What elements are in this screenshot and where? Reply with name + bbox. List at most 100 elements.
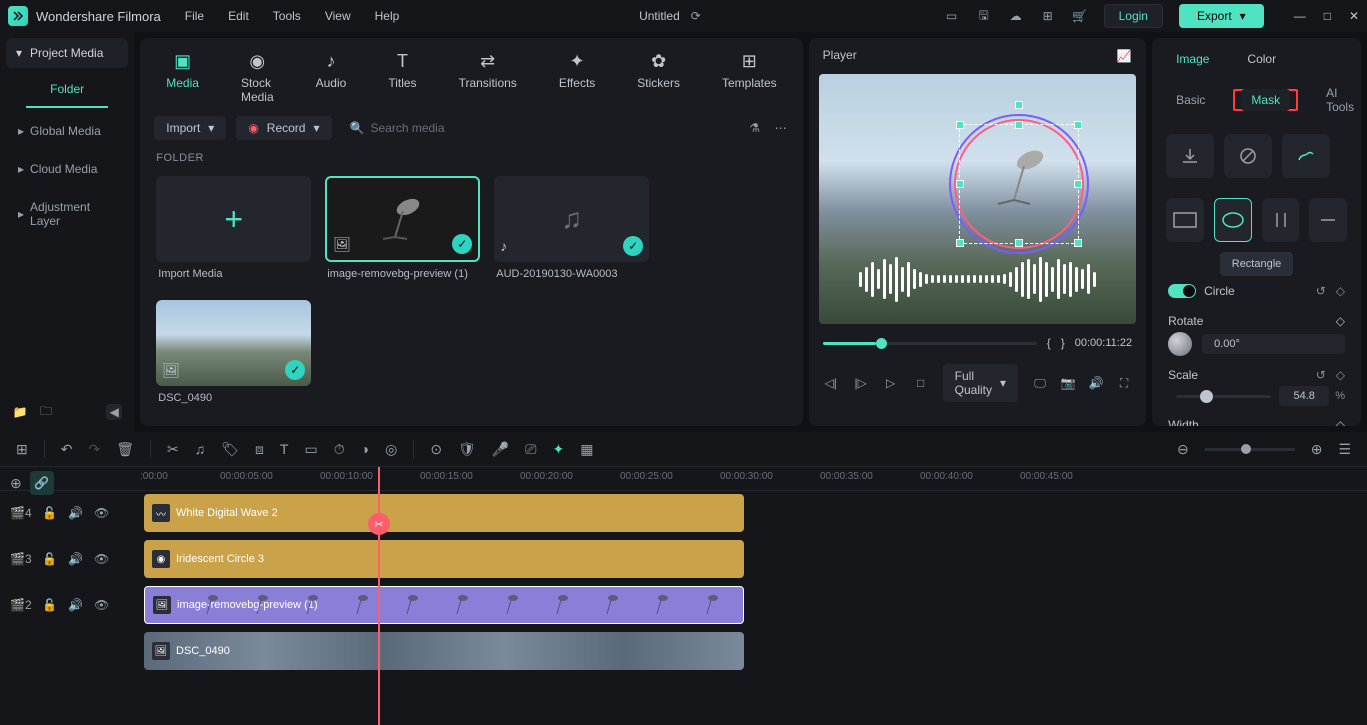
rotate-value[interactable]: 0.00° — [1202, 334, 1345, 354]
mixer-icon[interactable]: ⎚ — [525, 441, 536, 458]
view-options-icon[interactable]: ☰ — [1338, 441, 1351, 458]
mask-none-button[interactable] — [1224, 134, 1272, 178]
zoom-in-icon[interactable]: ⊕ — [1311, 441, 1323, 458]
crop-icon[interactable]: ⧈ — [255, 441, 264, 458]
tab-templates[interactable]: ⊞Templates — [716, 46, 783, 108]
snapshot-icon[interactable]: 📈 — [1116, 48, 1132, 64]
sidebar-item-cloud[interactable]: ▸Cloud Media — [6, 152, 128, 186]
volume-icon[interactable]: 🔊 — [1088, 375, 1104, 391]
caption-icon[interactable]: ▭ — [304, 441, 317, 458]
tab-titles[interactable]: TTitles — [382, 46, 422, 108]
visibility-icon[interactable]: 👁 — [94, 551, 110, 567]
play-icon[interactable]: ▷ — [883, 375, 899, 391]
menu-tools[interactable]: Tools — [273, 9, 301, 23]
keyframe-icon[interactable]: ◇ — [1336, 418, 1345, 426]
keyframe-icon[interactable]: ◇ — [1336, 284, 1345, 298]
brace-open-icon[interactable]: { — [1047, 336, 1051, 350]
tab-effects[interactable]: ✦Effects — [553, 46, 601, 108]
timeline-clip[interactable]: ◉Iridescent Circle 3 — [144, 540, 744, 578]
menu-file[interactable]: File — [185, 9, 204, 23]
import-media-card[interactable]: + Import Media — [156, 176, 311, 286]
mask-draw-button[interactable] — [1282, 134, 1330, 178]
display-icon[interactable]: 🖵 — [1032, 375, 1048, 391]
prev-frame-icon[interactable]: ◁| — [823, 375, 839, 391]
tab-media[interactable]: ▣Media — [160, 46, 205, 108]
menu-view[interactable]: View — [325, 9, 351, 23]
tab-stock[interactable]: ◉Stock Media — [235, 46, 280, 108]
circle-toggle[interactable] — [1168, 284, 1196, 298]
media-item[interactable]: 🖼✓ image-removebg-preview (1) — [325, 176, 480, 286]
tab-transitions[interactable]: ⇄Transitions — [453, 46, 523, 108]
export-button[interactable]: Export▾ — [1179, 4, 1264, 28]
folder-tab[interactable]: Folder — [26, 72, 108, 108]
timeline-clip[interactable]: 🖼image-removebg-preview (1) — [144, 586, 744, 624]
text-icon[interactable]: T — [280, 441, 289, 457]
folder-icon[interactable]: 🗀 — [38, 404, 54, 420]
quality-dropdown[interactable]: Full Quality▾ — [943, 364, 1018, 402]
import-dropdown[interactable]: Import▾ — [154, 116, 226, 140]
menu-edit[interactable]: Edit — [228, 9, 249, 23]
maximize-button[interactable]: □ — [1324, 9, 1331, 23]
login-button[interactable]: Login — [1104, 4, 1163, 28]
subtab-mask[interactable]: Mask — [1241, 89, 1290, 111]
lock-icon[interactable]: 🔓 — [42, 597, 58, 613]
lock-icon[interactable]: 🔓 — [42, 505, 58, 521]
mute-icon[interactable]: 🔊 — [68, 551, 84, 567]
lock-icon[interactable]: 🔓 — [42, 551, 58, 567]
shield-icon[interactable]: 🛡 — [458, 441, 476, 458]
filter-icon[interactable]: ⚗ — [747, 120, 763, 136]
collapse-icon[interactable]: ◀ — [106, 404, 122, 420]
mask-circle-button[interactable] — [1214, 198, 1252, 242]
cloud-icon[interactable]: ☁ — [1008, 8, 1024, 24]
visibility-icon[interactable]: 👁 — [94, 505, 110, 521]
minimize-button[interactable]: ― — [1294, 9, 1306, 23]
speed-icon[interactable]: ⏱ — [334, 441, 345, 458]
playhead-scissors-icon[interactable]: ✂ — [368, 513, 390, 535]
prop-tab-color[interactable]: Color — [1243, 50, 1280, 68]
timeline-clip[interactable]: 〰White Digital Wave 2 — [144, 494, 744, 532]
project-media-header[interactable]: ▾ Project Media — [6, 38, 128, 68]
mute-icon[interactable]: 🔊 — [68, 505, 84, 521]
zoom-out-icon[interactable]: ⊖ — [1177, 441, 1189, 458]
keyframe-icon[interactable]: ◇ — [1336, 368, 1345, 382]
timeline-ruler[interactable]: :00:00 00:00:05:00 00:00:10:00 00:00:15:… — [0, 467, 1367, 491]
tab-stickers[interactable]: ✿Stickers — [631, 46, 686, 108]
record-dropdown[interactable]: ◉Record▾ — [236, 116, 331, 140]
brace-close-icon[interactable]: } — [1061, 336, 1065, 350]
preview-canvas[interactable] — [819, 74, 1136, 324]
color-icon[interactable]: ◑ — [361, 441, 369, 457]
apps-icon[interactable]: ⊞ — [1040, 8, 1056, 24]
prop-tab-image[interactable]: Image — [1172, 50, 1213, 68]
undo-icon[interactable]: ↶ — [61, 441, 73, 458]
mic-icon[interactable]: 🎤 — [492, 441, 509, 458]
device-icon[interactable]: ▭ — [944, 8, 960, 24]
cut-icon[interactable]: ✂ — [167, 441, 179, 458]
mask-rectangle-button[interactable] — [1166, 198, 1204, 242]
save-icon[interactable]: 🖫 — [976, 8, 992, 24]
media-item[interactable]: ♫ ♪✓ AUD-20190130-WA0003 — [494, 176, 649, 286]
more-icon[interactable]: ⋯ — [773, 120, 789, 136]
fullscreen-icon[interactable]: ⛶ — [1116, 375, 1132, 391]
subtab-basic[interactable]: Basic — [1166, 89, 1215, 111]
layout-icon[interactable]: ⊞ — [16, 441, 28, 458]
scale-slider[interactable] — [1176, 395, 1271, 398]
search-input[interactable]: 🔍Search media — [342, 116, 737, 140]
track-icon[interactable]: ⊙ — [430, 441, 442, 458]
reset-icon[interactable]: ↺ — [1316, 368, 1326, 382]
chroma-icon[interactable]: ◎ — [385, 441, 397, 458]
rotate-knob[interactable] — [1168, 332, 1192, 356]
sidebar-item-global[interactable]: ▸Global Media — [6, 114, 128, 148]
render-icon[interactable]: ▦ — [580, 441, 593, 458]
sync-icon[interactable]: ⟳ — [688, 8, 704, 24]
keyframe-icon[interactable]: ◇ — [1336, 314, 1345, 328]
new-folder-icon[interactable]: 📁 — [12, 404, 28, 420]
next-frame-icon[interactable]: |▷ — [853, 375, 869, 391]
stop-icon[interactable]: □ — [913, 375, 929, 391]
redo-icon[interactable]: ↷ — [88, 441, 100, 458]
visibility-icon[interactable]: 👁 — [94, 597, 110, 613]
sidebar-item-adjustment[interactable]: ▸Adjustment Layer — [6, 190, 128, 238]
menu-help[interactable]: Help — [375, 9, 400, 23]
music-tool-icon[interactable]: ♫ — [195, 441, 206, 457]
playhead[interactable] — [378, 467, 380, 725]
reset-icon[interactable]: ↺ — [1316, 284, 1326, 298]
